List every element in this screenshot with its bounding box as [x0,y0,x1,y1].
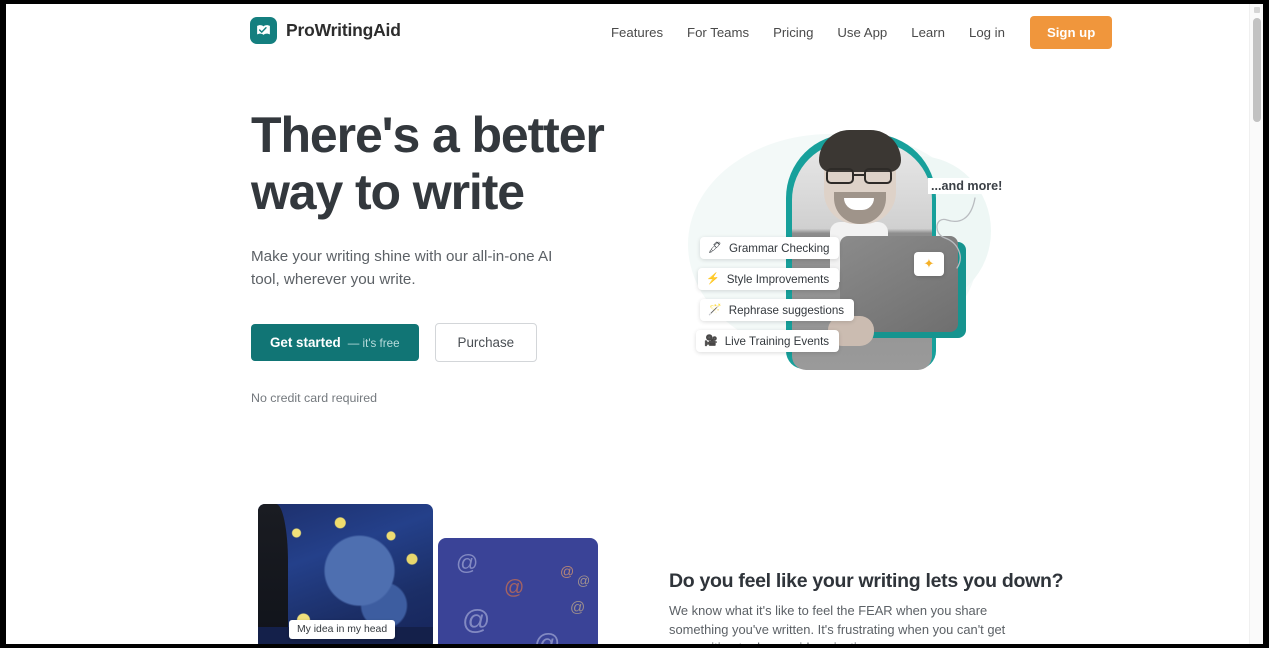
video-camera-icon: 🎥 [704,334,718,347]
feature-pill-rephrase-suggestions: 🪄 Rephrase suggestions [700,299,855,321]
nav-link-learn[interactable]: Learn [899,17,957,48]
page-scrollbar[interactable] [1249,4,1263,644]
blue-doodle-panel: @ @ @ @ @ @ @ [438,538,598,644]
glasses-icon [826,168,894,184]
nav-link-use-app[interactable]: Use App [825,17,899,48]
cypress-tree [258,504,288,644]
hero-illustration: 🖋 Grammar Checking ⚡ Style Improvements … [668,104,1018,394]
feature-pill-label: Style Improvements [726,272,830,286]
hero-copy: There's a better way to write Make your … [251,107,611,405]
nav-link-pricing[interactable]: Pricing [761,17,825,48]
browser-viewport: ProWritingAid Features For Teams Pricing… [6,4,1263,644]
no-credit-card-note: No credit card required [251,391,378,405]
person-hair [819,130,901,172]
feature-pill-label: Rephrase suggestions [728,303,845,317]
spiral-doodle: @ [560,563,575,579]
scroll-up-arrow-icon[interactable] [1254,7,1260,13]
get-started-label: Get started [270,335,341,350]
hero-title-line-1: There's a better [251,107,605,163]
purchase-button[interactable]: Purchase [434,323,538,362]
spiral-doodle: @ [456,550,479,575]
scrollbar-thumb[interactable] [1253,18,1261,122]
hero-subtitle: Make your writing shine with our all-in-… [251,248,553,288]
feature-pill-grammar-checking: 🖋 Grammar Checking [700,237,840,259]
sparkle-badge: ✦ [914,252,944,276]
brand-name: ProWritingAid [286,20,401,40]
spiral-doodle: @ [577,573,591,588]
feature-pill-label: Live Training Events [724,334,830,348]
feather-pen-icon: 🖋 [708,241,722,254]
browser-frame: ProWritingAid Features For Teams Pricing… [0,0,1269,648]
lightning-bolt-icon: ⚡ [706,272,720,285]
brand-logo[interactable]: ProWritingAid [250,17,401,44]
feature-pill-label: Grammar Checking [728,241,830,255]
hero-title: There's a better way to write [251,107,611,221]
section-body-text: We know what it's like to feel the FEAR … [669,603,1006,644]
spiral-doodle: @ [504,577,525,599]
nav-link-log-in[interactable]: Log in [957,17,1017,48]
site-header: ProWritingAid Features For Teams Pricing… [6,4,1257,61]
spiral-doodle: @ [534,628,561,644]
glasses-left-lens [826,168,854,184]
spiral-doodle: @ [570,599,586,616]
painting-caption: My idea in my head [289,620,396,639]
and-more-callout: ...and more! [928,178,1006,194]
section-heading: Do you feel like your writing lets you d… [669,570,1064,592]
feature-pill-live-training-events: 🎥 Live Training Events [696,330,840,352]
sign-up-button[interactable]: Sign up [1029,16,1113,49]
feature-pill-style-improvements: ⚡ Style Improvements [698,268,840,290]
book-check-icon [250,17,277,44]
glasses-right-lens [864,168,892,184]
sparkle-icon: ✦ [923,256,935,271]
spiral-doodle: @ [462,604,491,635]
hero-actions: Get started — it's free Purchase [251,323,611,362]
webpage: ProWritingAid Features For Teams Pricing… [6,4,1257,644]
get-started-button[interactable]: Get started — it's free [251,324,419,361]
hero-title-line-2: way to write [251,164,525,220]
nav-link-for-teams[interactable]: For Teams [675,17,761,48]
magic-wand-icon: 🪄 [708,303,722,316]
get-started-suffix: — it's free [347,337,400,350]
nav-link-features[interactable]: Features [606,17,675,48]
main-navigation: Features For Teams Pricing Use App Learn… [606,16,1113,49]
